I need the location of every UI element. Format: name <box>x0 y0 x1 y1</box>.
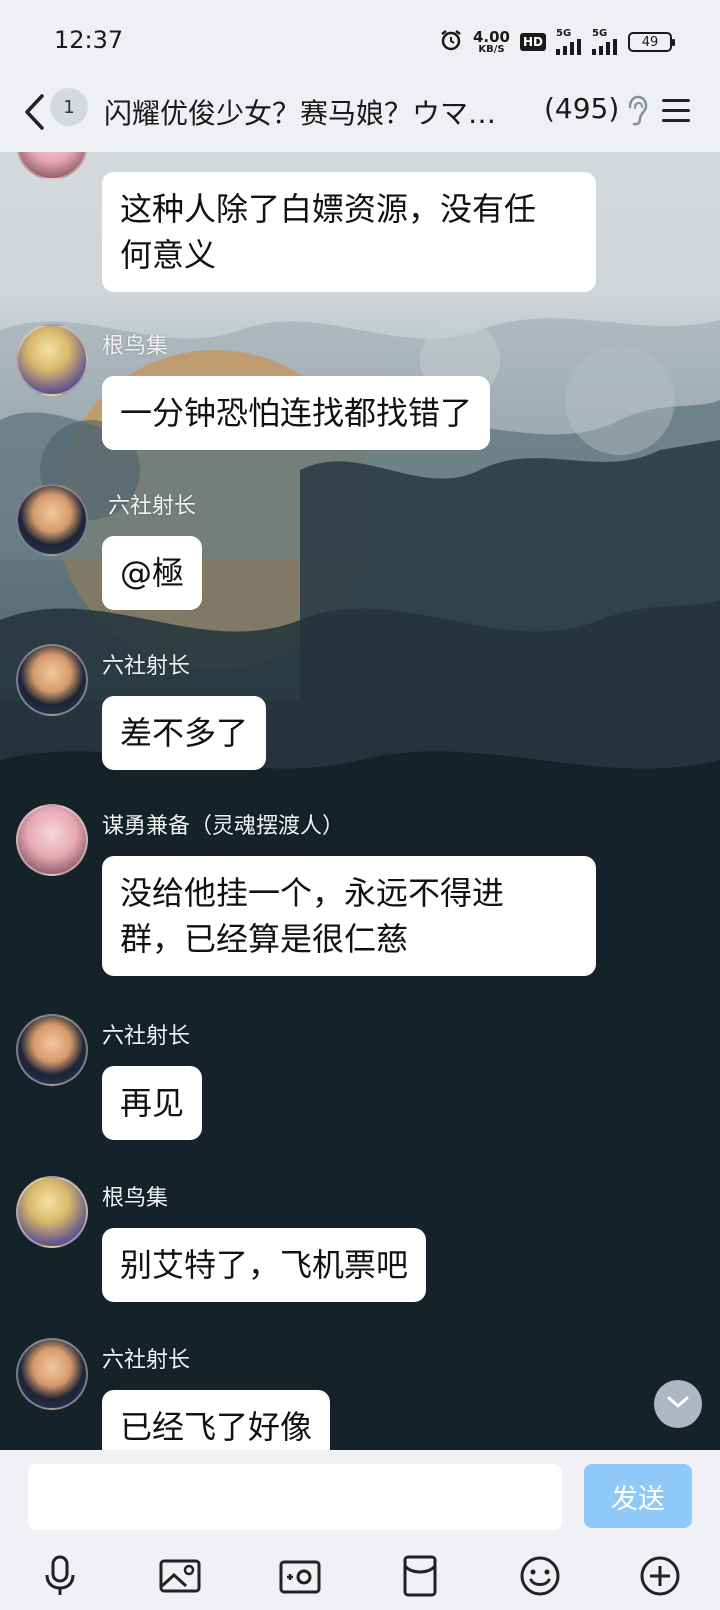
avatar[interactable] <box>16 644 88 716</box>
avatar[interactable] <box>16 324 88 396</box>
signal-label: 5G <box>592 28 608 39</box>
sender-name: 根鸟集 <box>102 334 169 359</box>
message-bubble[interactable]: 已经飞了好像 <box>102 1390 331 1450</box>
sender-name: 六社射长 <box>102 1348 191 1373</box>
chat-header: 1 闪耀优俊少女？赛马娘？ウマ… (495) <box>0 78 720 152</box>
avatar[interactable] <box>16 1014 88 1086</box>
menu-icon[interactable] <box>660 94 692 130</box>
message-text: 已经飞了好像 <box>120 1408 313 1446</box>
avatar[interactable] <box>16 484 88 556</box>
status-bar: 12:37 4.00 KB/S HD 5G 5G 49 <box>0 0 720 78</box>
message-bubble[interactable]: @極 <box>102 536 203 610</box>
net-speed-unit: KB/S <box>478 43 505 55</box>
member-count[interactable]: (495) <box>544 92 619 125</box>
message-text: 一分钟恐怕连找都找错了 <box>120 394 473 432</box>
microphone-icon[interactable] <box>32 1548 88 1604</box>
signal-label: 5G <box>556 28 572 39</box>
camera-icon[interactable] <box>272 1548 328 1604</box>
message-input[interactable] <box>28 1464 562 1530</box>
alarm-icon <box>439 28 463 56</box>
image-icon[interactable] <box>152 1548 208 1604</box>
message-bubble[interactable]: 差不多了 <box>102 696 267 770</box>
unread-badge[interactable]: 1 <box>50 88 88 126</box>
status-time: 12:37 <box>54 26 124 54</box>
message-bubble[interactable]: 别艾特了，飞机票吧 <box>102 1228 427 1302</box>
ear-icon[interactable] <box>626 94 648 132</box>
avatar[interactable] <box>16 1338 88 1410</box>
sender-name: 根鸟集 <box>102 1186 169 1211</box>
plus-icon[interactable] <box>632 1548 688 1604</box>
sender-name: 六社射长 <box>102 654 191 679</box>
message-text: 群，已经算是很仁慈 <box>120 920 409 958</box>
sender-name: 谋勇兼备（灵魂摆渡人） <box>102 814 345 839</box>
avatar[interactable] <box>16 1176 88 1248</box>
battery-icon: 49 <box>628 32 675 52</box>
signal-icon: 5G <box>556 29 582 55</box>
sender-name: 六社射长 <box>102 1024 191 1049</box>
status-icons: 4.00 KB/S HD 5G 5G 49 <box>439 26 675 58</box>
back-button[interactable] <box>18 90 50 138</box>
avatar[interactable] <box>16 804 88 876</box>
sender-name: 六社射长 <box>108 494 197 519</box>
message-bubble[interactable]: 这种人除了白嫖资源，没有任 何意义 <box>102 172 596 292</box>
back-icon <box>23 93 45 135</box>
message-text: @極 <box>120 554 185 592</box>
message-text: 这种人除了白嫖资源，没有任 <box>120 190 537 228</box>
red-packet-icon[interactable] <box>392 1548 448 1604</box>
message-text: 何意义 <box>120 236 217 274</box>
chevron-down-icon <box>666 1394 690 1414</box>
input-area: 发送 <box>0 1450 720 1610</box>
message-bubble[interactable]: 没给他挂一个，永远不得进 群，已经算是很仁慈 <box>102 856 596 976</box>
message-bubble[interactable]: 再见 <box>102 1066 203 1140</box>
avatar[interactable] <box>16 152 88 180</box>
input-toolbar <box>0 1548 720 1604</box>
message-text: 再见 <box>120 1084 185 1122</box>
message-bubble[interactable]: 一分钟恐怕连找都找错了 <box>102 376 491 450</box>
hd-icon: HD <box>519 33 546 51</box>
message-text: 没给他挂一个，永远不得进 <box>120 874 505 912</box>
net-speed-value: 4.00 <box>472 27 510 46</box>
emoji-icon[interactable] <box>512 1548 568 1604</box>
send-button[interactable]: 发送 <box>584 1464 692 1528</box>
signal-icon: 5G <box>592 29 618 55</box>
chat-title[interactable]: 闪耀优俊少女？赛马娘？ウマ… <box>104 92 534 136</box>
message-list[interactable]: 这种人除了白嫖资源，没有任 何意义 根鸟集 一分钟恐怕连找都找错了 六社射长 @… <box>0 152 720 1450</box>
message-text: 别艾特了，飞机票吧 <box>120 1246 409 1284</box>
scroll-to-bottom-button[interactable] <box>654 1380 702 1428</box>
message-text: 差不多了 <box>120 714 249 752</box>
net-speed: 4.00 KB/S <box>472 27 510 55</box>
